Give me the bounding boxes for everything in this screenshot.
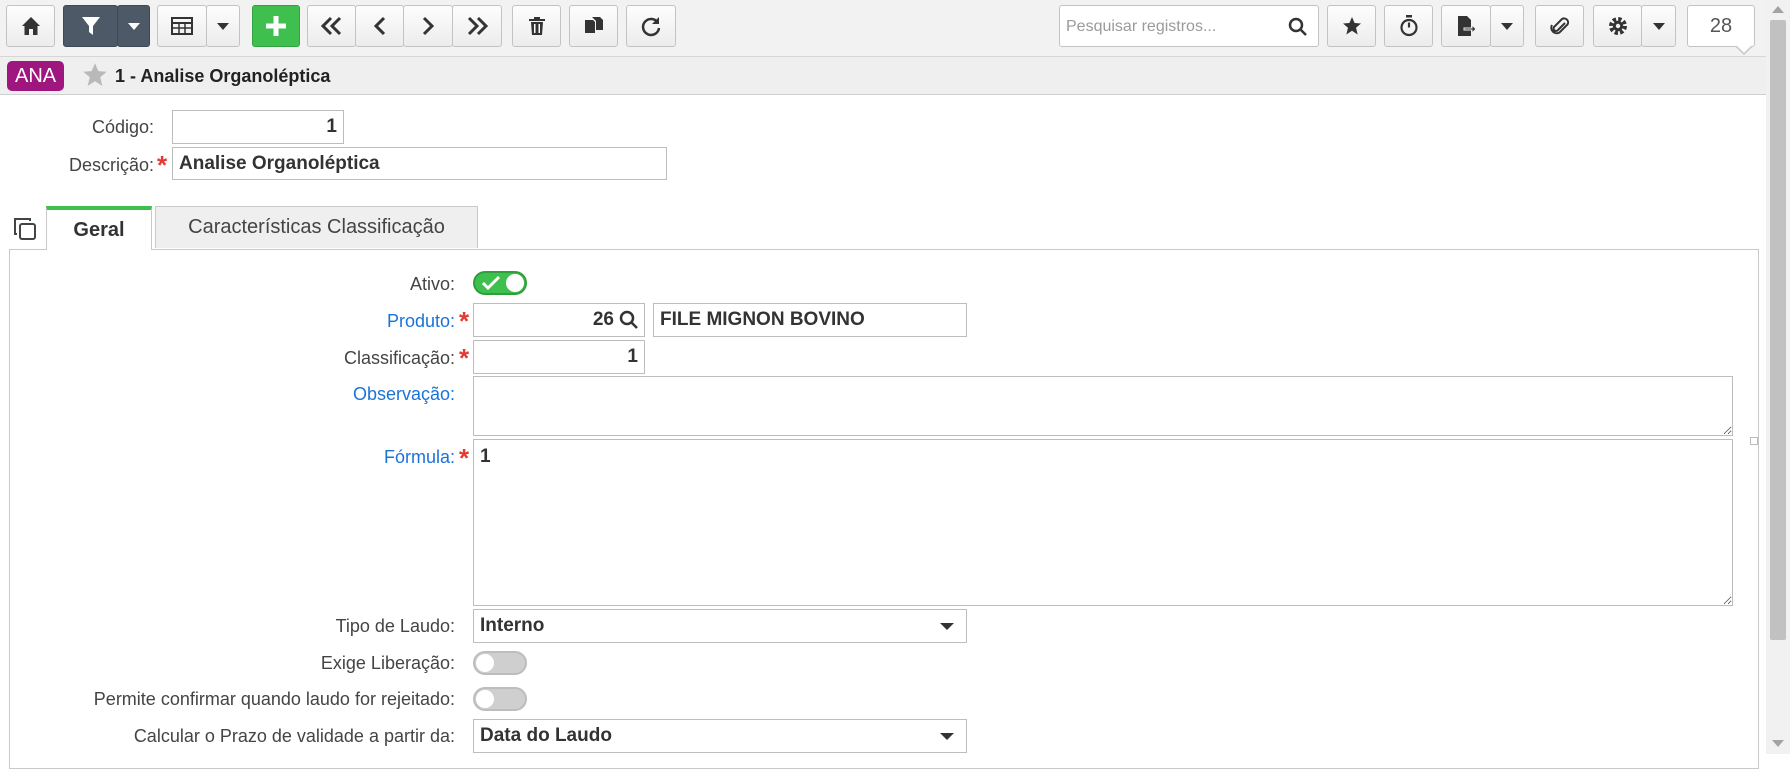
chevron-down-icon	[940, 733, 954, 740]
classificacao-label: Classificação:	[343, 348, 455, 368]
favorites-button[interactable]	[1327, 5, 1376, 47]
descricao-field[interactable]: Analise Organoléptica	[172, 147, 667, 180]
duplicate-record-button[interactable]	[569, 5, 618, 47]
settings-button[interactable]	[1593, 5, 1642, 47]
first-record-button[interactable]	[307, 5, 356, 47]
toggle-knob	[476, 654, 494, 672]
export-button[interactable]	[1441, 5, 1491, 47]
trash-icon	[528, 17, 545, 35]
last-record-button[interactable]	[452, 5, 502, 47]
exige-liberacao-label: Exige Liberação:	[320, 653, 455, 673]
check-icon	[481, 275, 501, 291]
home-button[interactable]	[6, 5, 55, 47]
ativo-toggle[interactable]	[473, 271, 527, 295]
filter-button[interactable]	[63, 5, 118, 47]
previous-record-button[interactable]	[355, 5, 404, 47]
exige-liberacao-toggle[interactable]	[473, 651, 527, 675]
last-icon	[467, 16, 489, 36]
tipo-laudo-select[interactable]: Interno	[473, 609, 967, 643]
formula-textarea[interactable]: 1	[473, 439, 1733, 606]
resize-handle[interactable]	[1750, 437, 1758, 445]
classificacao-field[interactable]: 1	[473, 340, 645, 374]
tipo-laudo-label: Tipo de Laudo:	[335, 616, 455, 636]
filter-dropdown-button[interactable]	[117, 5, 150, 47]
required-marker: *	[157, 150, 168, 180]
calcular-prazo-value: Data do Laudo	[480, 725, 612, 746]
required-marker: *	[459, 343, 470, 373]
chevron-down-icon	[127, 22, 140, 30]
search-input[interactable]	[1064, 10, 1278, 44]
produto-code-value: 26	[592, 309, 614, 330]
paperclip-icon	[1549, 17, 1569, 35]
filter-icon	[81, 17, 100, 35]
copy-icon	[584, 17, 603, 33]
home-icon	[21, 17, 40, 35]
search-box	[1059, 5, 1319, 47]
grid-icon	[171, 17, 193, 35]
required-marker: *	[459, 443, 470, 473]
first-icon	[320, 16, 341, 36]
formula-label[interactable]: Fórmula:	[384, 447, 455, 468]
observacao-textarea[interactable]	[473, 376, 1733, 436]
record-count: 28	[1687, 5, 1755, 47]
grid-view-button[interactable]	[157, 5, 207, 47]
next-icon	[422, 16, 435, 36]
chevron-down-icon	[217, 22, 229, 30]
export-icon	[1458, 16, 1476, 36]
calcular-prazo-label: Calcular o Prazo de validade a partir da…	[133, 726, 455, 746]
stopwatch-icon	[1399, 15, 1418, 37]
toggle-knob	[506, 274, 524, 292]
add-record-button[interactable]	[252, 5, 300, 47]
codigo-label: Código:	[91, 117, 154, 137]
export-dropdown-button[interactable]	[1490, 5, 1524, 47]
star-icon	[1342, 17, 1361, 35]
toggle-knob	[476, 690, 494, 708]
required-marker: *	[459, 306, 470, 336]
record-count-pointer-fill	[1736, 45, 1752, 53]
page-title: 1 - Analise Organoléptica	[115, 66, 331, 86]
tipo-laudo-value: Interno	[480, 615, 545, 636]
refresh-button[interactable]	[626, 5, 676, 47]
tab-caracteristicas-classificacao[interactable]: Características Classificação	[155, 206, 478, 248]
chevron-down-icon	[1501, 22, 1513, 30]
permite-confirmar-label: Permite confirmar quando laudo for rejei…	[93, 689, 455, 709]
copy-tabs-icon[interactable]	[13, 217, 37, 241]
chevron-down-icon	[1652, 22, 1665, 30]
attachment-button[interactable]	[1535, 5, 1584, 47]
calcular-prazo-select[interactable]: Data do Laudo	[473, 719, 967, 753]
grid-view-dropdown-button[interactable]	[206, 5, 240, 47]
permite-confirmar-toggle[interactable]	[473, 687, 527, 711]
module-badge: ANA	[7, 61, 65, 91]
observacao-label[interactable]: Observação:	[353, 384, 455, 405]
refresh-icon	[641, 17, 661, 37]
settings-dropdown-button[interactable]	[1641, 5, 1676, 47]
add-icon	[266, 16, 286, 36]
scroll-down-icon[interactable]	[1772, 740, 1784, 747]
delete-record-button[interactable]	[512, 5, 561, 47]
codigo-field[interactable]: 1	[172, 110, 344, 144]
timer-button[interactable]	[1384, 5, 1433, 47]
search-icon[interactable]	[619, 310, 639, 330]
produto-label[interactable]: Produto:	[387, 311, 455, 332]
previous-icon	[373, 16, 385, 36]
chevron-down-icon	[940, 623, 954, 630]
produto-name-field: FILE MIGNON BOVINO	[653, 303, 967, 337]
tab-geral[interactable]: Geral	[46, 206, 152, 250]
search-icon[interactable]	[1288, 17, 1308, 37]
scrollbar-thumb[interactable]	[1770, 20, 1786, 640]
descricao-label: Descrição:	[68, 155, 154, 175]
scroll-up-icon[interactable]	[1772, 6, 1784, 13]
next-record-button[interactable]	[403, 5, 453, 47]
favorite-star-icon[interactable]	[82, 62, 108, 88]
gear-icon	[1608, 17, 1627, 35]
ativo-label: Ativo:	[409, 274, 455, 294]
